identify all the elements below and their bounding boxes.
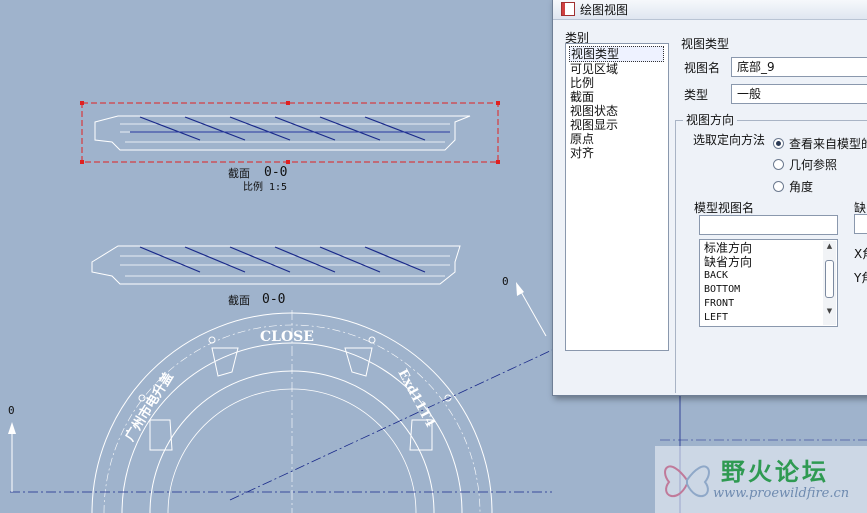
model-view-item[interactable]: BOTTOM — [704, 283, 837, 297]
axis-marker-right: 0 — [502, 275, 509, 288]
category-item-view-state[interactable]: 视图状态 — [569, 104, 668, 118]
section-title: 视图类型 — [681, 37, 730, 51]
model-view-item[interactable]: 标准方向 — [704, 241, 837, 255]
axis-marker-left: 0 — [8, 404, 15, 417]
category-item-scale[interactable]: 比例 — [569, 76, 668, 90]
model-view-item[interactable]: BACK — [704, 269, 837, 283]
model-view-name-label: 模型视图名 — [694, 201, 755, 215]
section-label-middle: 截面 — [228, 293, 250, 307]
watermark-url: www.proewildfire.cn — [713, 486, 850, 501]
scroll-thumb[interactable] — [825, 260, 834, 298]
category-item-visible-area[interactable]: 可见区域 — [569, 62, 668, 76]
model-view-search-input[interactable] — [699, 215, 838, 235]
model-view-item[interactable]: 缺省方向 — [704, 255, 837, 269]
radio-model-name-label: 查看来自模型的名称 — [789, 137, 867, 151]
category-item-view-type[interactable]: 视图类型 — [569, 46, 664, 62]
scroll-down-icon[interactable]: ▼ — [823, 306, 836, 317]
x-angle-label-cut: X角 — [854, 247, 867, 261]
model-view-item[interactable]: FRONT — [704, 297, 837, 311]
section-label-top: 截面 — [228, 166, 250, 180]
radio-angle-dot[interactable] — [773, 181, 784, 192]
model-view-scrollbar[interactable]: ▲ ▼ — [823, 241, 836, 325]
type-dropdown[interactable]: 一般 — [731, 84, 867, 104]
forum-watermark: 野火论坛 www.proewildfire.cn — [655, 446, 867, 513]
radio-model-name[interactable]: 查看来自模型的名称 — [773, 135, 867, 152]
category-list[interactable]: 视图类型 可见区域 比例 截面 视图状态 视图显示 原点 对齐 — [565, 43, 669, 351]
radio-model-name-dot[interactable] — [773, 138, 784, 149]
category-item-section[interactable]: 截面 — [569, 90, 668, 104]
default-orientation-dropdown-cut[interactable] — [854, 214, 867, 234]
butterfly-logo-icon — [664, 465, 710, 498]
radio-geometry-dot[interactable] — [773, 159, 784, 170]
scroll-up-icon[interactable]: ▲ — [823, 241, 836, 252]
category-item-origin[interactable]: 原点 — [569, 132, 668, 146]
section-name-top: 0-0 — [264, 165, 287, 180]
category-item-alignment[interactable]: 对齐 — [569, 146, 668, 160]
model-view-item[interactable]: LEFT — [704, 311, 837, 325]
type-label: 类型 — [684, 88, 709, 102]
section-view-top[interactable]: 截面 0-0 比例 1:5 — [80, 101, 500, 193]
model-view-list[interactable]: 标准方向 缺省方向 BACK BOTTOM FRONT LEFT ▲ ▼ — [699, 239, 838, 327]
drawing-view-dialog[interactable]: 绘图视图 类别 视图类型 可见区域 比例 截面 视图状态 视图显示 原点 对齐 … — [552, 0, 867, 396]
view-name-label: 视图名 — [684, 61, 721, 75]
radio-geometry-label: 几何参照 — [789, 158, 838, 172]
dialog-titlebar[interactable]: 绘图视图 — [553, 0, 867, 20]
app-icon — [561, 2, 575, 16]
radio-angle-label: 角度 — [789, 180, 814, 194]
orientation-method-label: 选取定向方法 — [693, 133, 766, 147]
section-name-middle: 0-0 — [262, 292, 285, 307]
y-angle-label-cut: Y角 — [854, 271, 867, 285]
view-name-input[interactable]: 底部_9 — [731, 57, 867, 77]
radio-geometry[interactable]: 几何参照 — [773, 156, 837, 173]
dialog-title: 绘图视图 — [580, 2, 629, 17]
scale-label: 比例 1:5 — [243, 180, 287, 193]
radio-angle[interactable]: 角度 — [773, 178, 813, 195]
ring-text-left: 广州市电升盖 — [122, 369, 177, 444]
category-item-view-display[interactable]: 视图显示 — [569, 118, 668, 132]
orientation-group-label: 视图方向 — [683, 111, 738, 128]
watermark-title: 野火论坛 — [721, 458, 829, 486]
section-view-middle[interactable]: 截面 0-0 — [91, 245, 461, 307]
close-label: CLOSE — [260, 329, 314, 345]
